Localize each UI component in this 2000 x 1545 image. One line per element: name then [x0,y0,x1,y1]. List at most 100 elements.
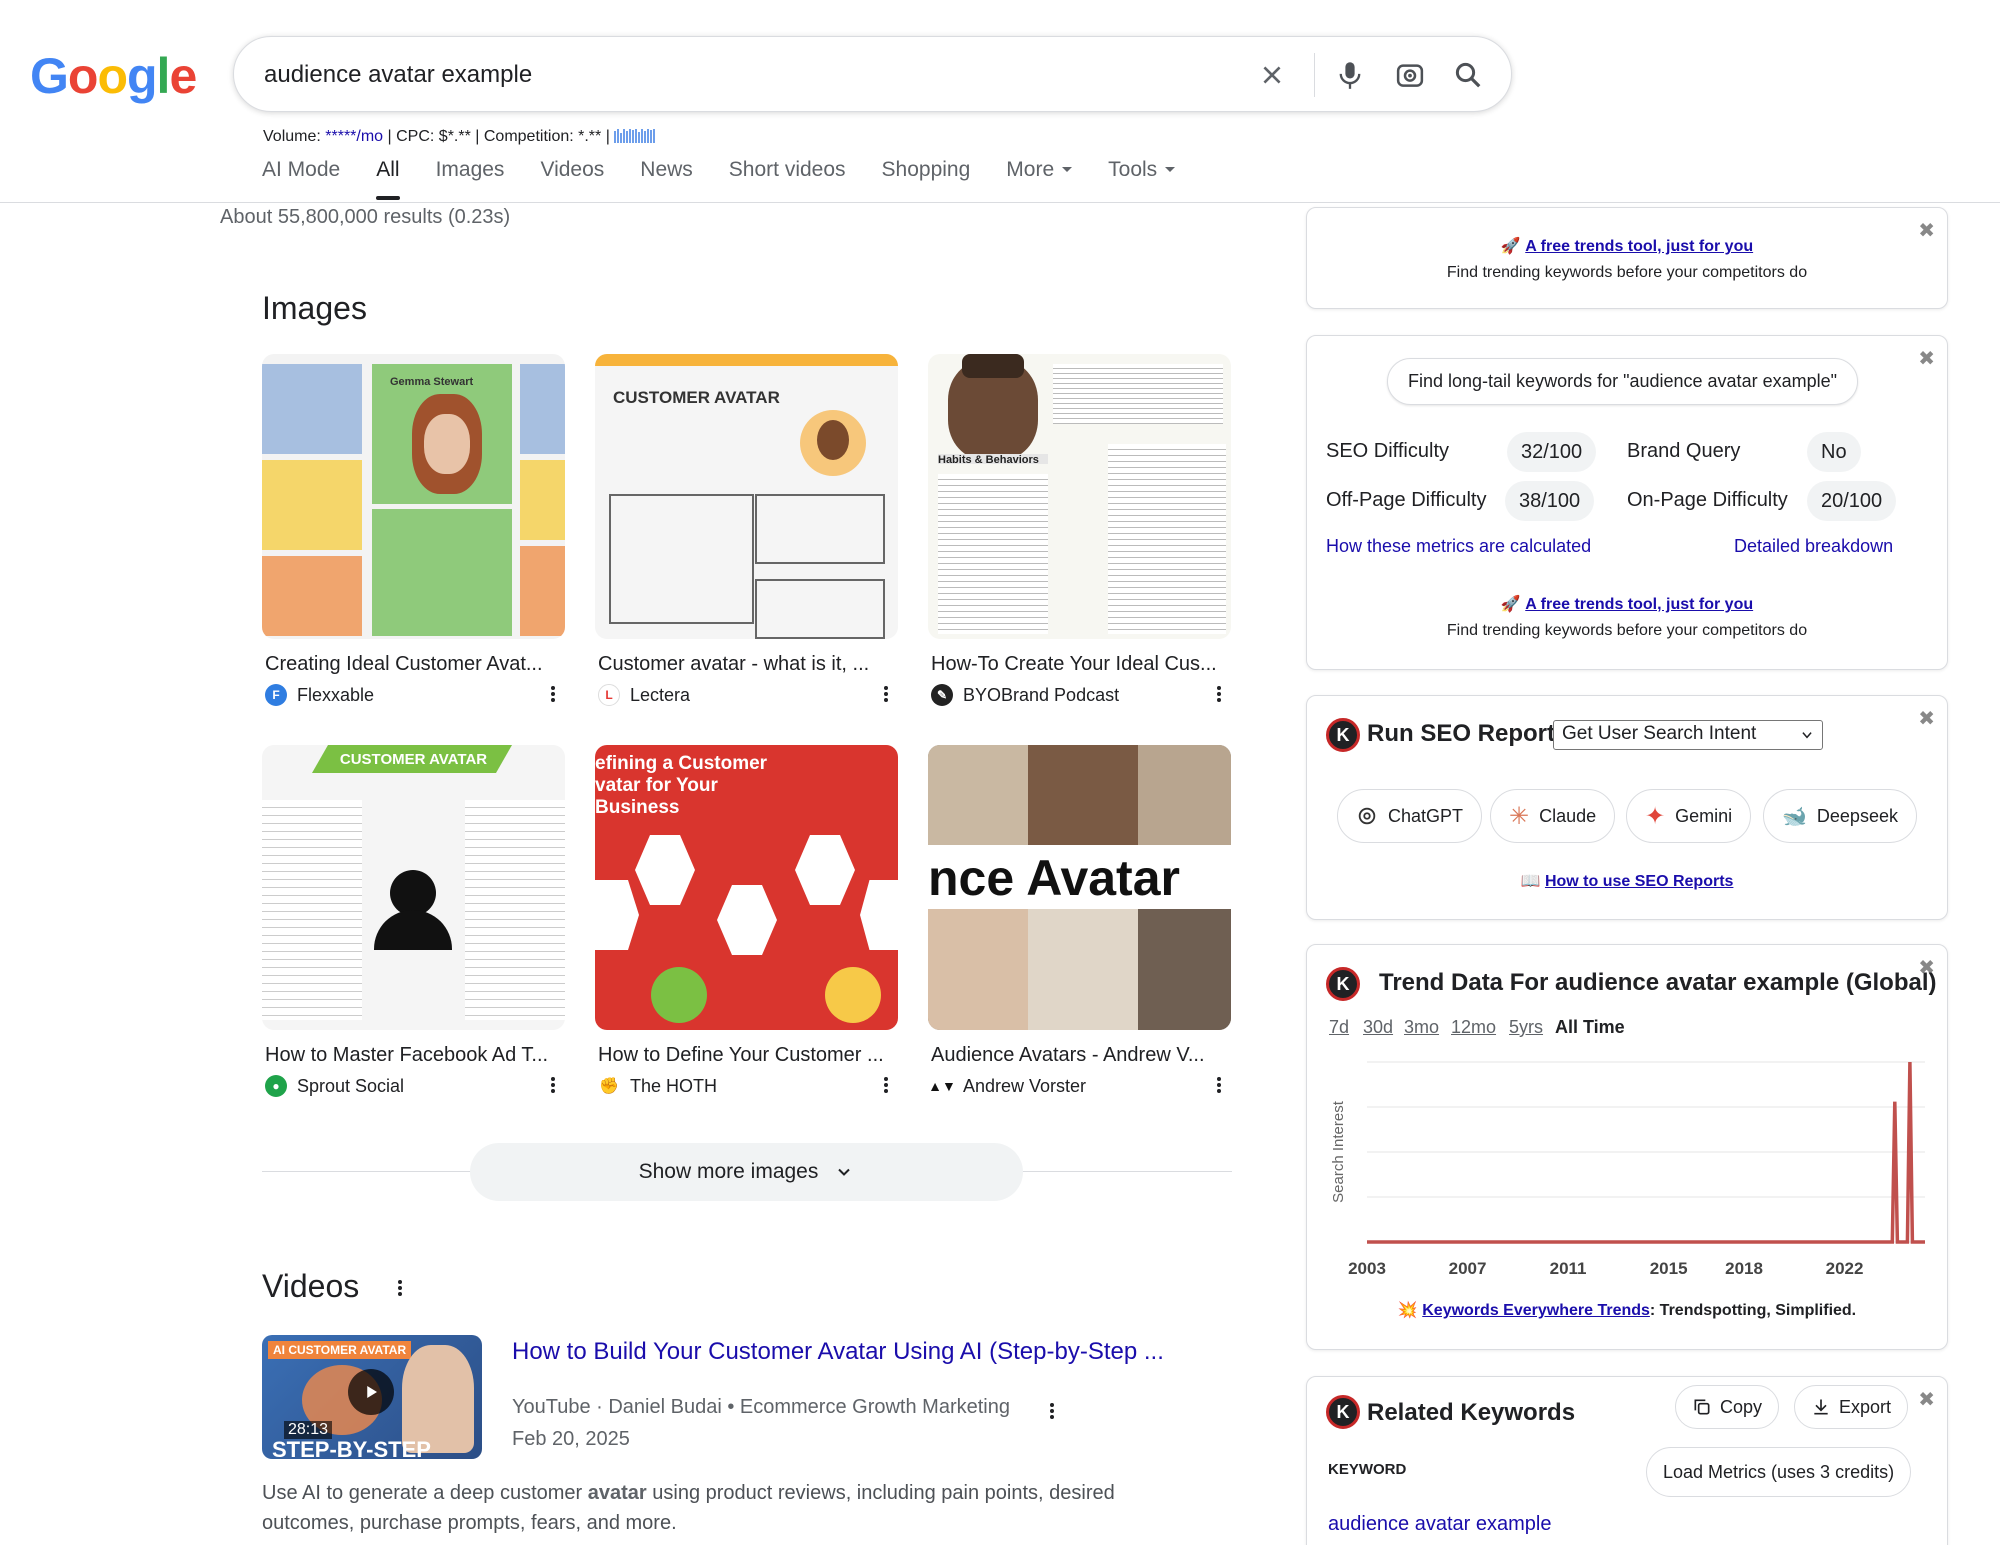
andrew-vorster-favicon-icon: ▲▼ [928,1075,956,1097]
trend-data-panel: ✖ K Trend Data For audience avatar examp… [1306,944,1948,1350]
trends-promo-panel: ✖ 🚀 A free trends tool, just for you Fin… [1306,207,1948,309]
image-result[interactable]: CUSTOMER AVATAR Customer avatar - what i… [595,354,898,706]
copy-button[interactable]: Copy [1675,1385,1780,1429]
image-thumbnail[interactable]: CUSTOMER AVATAR [595,354,898,639]
tab-tools[interactable]: Tools [1108,156,1176,202]
clear-icon[interactable] [1252,55,1292,95]
tab-all[interactable]: All [376,156,400,202]
close-icon[interactable]: ✖ [1918,218,1935,243]
google-logo[interactable]: Google [30,47,197,105]
export-button[interactable]: Export [1794,1385,1909,1429]
more-options-icon[interactable] [884,684,890,704]
range-5yrs[interactable]: 5yrs [1509,1017,1543,1038]
video-thumbnail[interactable]: AI CUSTOMER AVATAR STEP-BY-STEP 28:13 [262,1335,482,1459]
claude-button[interactable]: ✳ Claude [1490,789,1616,843]
image-source: ▲▼ Andrew Vorster [928,1075,1231,1097]
image-thumbnail[interactable]: Habits & Behaviors [928,354,1231,639]
more-options-icon[interactable] [1217,684,1223,704]
videos-more-icon[interactable] [398,1278,404,1298]
video-more-icon[interactable] [1050,1401,1056,1421]
image-title[interactable]: Customer avatar - what is it, ... [595,653,898,676]
search-divider [1314,53,1315,97]
close-icon[interactable]: ✖ [1918,706,1935,731]
promo-link[interactable]: A free trends tool, just for you [1525,238,1753,255]
image-source: ● Sprout Social [262,1075,565,1097]
detailed-breakdown-link[interactable]: Detailed breakdown [1734,536,1893,557]
tab-more[interactable]: More [1006,156,1073,202]
tab-tools-label: Tools [1108,158,1158,181]
image-result[interactable]: Gemma Stewart Creating Ideal Customer Av… [262,354,565,706]
image-title[interactable]: How to Define Your Customer ... [595,1044,898,1067]
image-result[interactable]: nce Avatar Audience Avatars - Andrew V..… [928,745,1231,1097]
range-all-time[interactable]: All Time [1555,1017,1625,1038]
video-meta: YouTube · Daniel Budai • Ecommerce Growt… [512,1396,1010,1419]
image-result[interactable]: efining a Customer vatar for Your Busine… [595,745,898,1097]
deepseek-button[interactable]: 🐋 Deepseek [1763,789,1917,843]
video-title-link[interactable]: How to Build Your Customer Avatar Using … [512,1338,1164,1366]
seo-report-howto: 📖 How to use SEO Reports [1307,871,1947,891]
play-icon[interactable] [348,1369,394,1415]
volume-value: *****/mo [325,128,384,145]
more-options-icon[interactable] [551,1075,557,1095]
range-3mo[interactable]: 3mo [1404,1017,1439,1038]
search-box [233,36,1512,112]
search-intent-select[interactable]: Get User Search Intent [1553,720,1823,750]
image-thumbnail[interactable]: CUSTOMER AVATAR [262,745,565,1030]
image-title[interactable]: How-To Create Your Ideal Cus... [928,653,1231,676]
find-long-tail-button[interactable]: Find long-tail keywords for "audience av… [1387,358,1858,405]
metrics-explanation-link[interactable]: How these metrics are calculated [1326,536,1591,557]
image-result[interactable]: Habits & Behaviors How-To Create Your Id… [928,354,1231,706]
image-thumbnail[interactable]: nce Avatar [928,745,1231,1030]
byobrand-favicon-icon: ✎ [931,684,953,706]
header-divider [0,202,2000,203]
seo-report-howto-link[interactable]: How to use SEO Reports [1545,873,1733,890]
more-options-icon[interactable] [1217,1075,1223,1095]
chevron-down-icon [1802,732,1812,739]
show-more-images-button[interactable]: Show more images [470,1143,1023,1201]
range-12mo[interactable]: 12mo [1451,1017,1496,1038]
chatgpt-button[interactable]: ChatGPT [1337,789,1483,843]
image-result[interactable]: CUSTOMER AVATAR How to Master Facebook A… [262,745,565,1097]
range-7d[interactable]: 7d [1329,1017,1349,1038]
microphone-icon[interactable] [1330,55,1370,95]
close-icon[interactable]: ✖ [1918,1387,1935,1412]
select-value: Get User Search Intent [1562,723,1757,744]
rocket-icon: 🚀 [1500,238,1521,255]
image-source-name: Lectera [630,684,691,705]
tab-short-videos[interactable]: Short videos [729,156,846,202]
more-options-icon[interactable] [884,1075,890,1095]
more-options-icon[interactable] [551,684,557,704]
chart-x-tick-label: 2015 [1650,1259,1688,1278]
close-icon[interactable]: ✖ [1918,346,1935,371]
search-icon[interactable] [1448,55,1488,95]
tab-videos[interactable]: Videos [540,156,604,202]
tab-shopping[interactable]: Shopping [882,156,971,202]
tab-images[interactable]: Images [436,156,505,202]
keywords-everywhere-logo-icon: K [1326,718,1360,752]
trends-footer-link[interactable]: Keywords Everywhere Trends [1422,1302,1650,1319]
gemini-button[interactable]: ✦ Gemini [1626,789,1752,843]
trends-footer: 💥 Keywords Everywhere Trends: Trendspott… [1397,1302,1857,1319]
image-source: F Flexxable [262,684,565,706]
image-thumbnail[interactable]: efining a Customer vatar for Your Busine… [595,745,898,1030]
book-icon: 📖 [1520,873,1541,890]
tab-ai-mode[interactable]: AI Mode [262,156,340,202]
camera-lens-icon[interactable] [1390,55,1430,95]
video-date: Feb 20, 2025 [512,1428,630,1450]
range-30d[interactable]: 30d [1363,1017,1393,1038]
search-input[interactable] [264,55,1164,95]
image-source: ✎ BYOBrand Podcast [928,684,1231,706]
promo-link[interactable]: A free trends tool, just for you [1525,596,1753,613]
onpage-difficulty-value: 20/100 [1807,481,1897,521]
tab-news[interactable]: News [640,156,693,202]
thumbnail-caption: Habits & Behaviors [938,454,1039,466]
copy-icon [1694,1399,1710,1415]
related-keyword-link[interactable]: audience avatar example [1328,1513,1551,1536]
chart-x-tick-label: 2018 [1725,1259,1763,1278]
image-title[interactable]: Creating Ideal Customer Avat... [262,653,565,676]
images-section-title: Images [262,290,367,326]
load-metrics-button[interactable]: Load Metrics (uses 3 credits) [1646,1447,1912,1497]
image-title[interactable]: How to Master Facebook Ad T... [262,1044,565,1067]
image-title[interactable]: Audience Avatars - Andrew V... [928,1044,1231,1067]
image-thumbnail[interactable]: Gemma Stewart [262,354,565,639]
